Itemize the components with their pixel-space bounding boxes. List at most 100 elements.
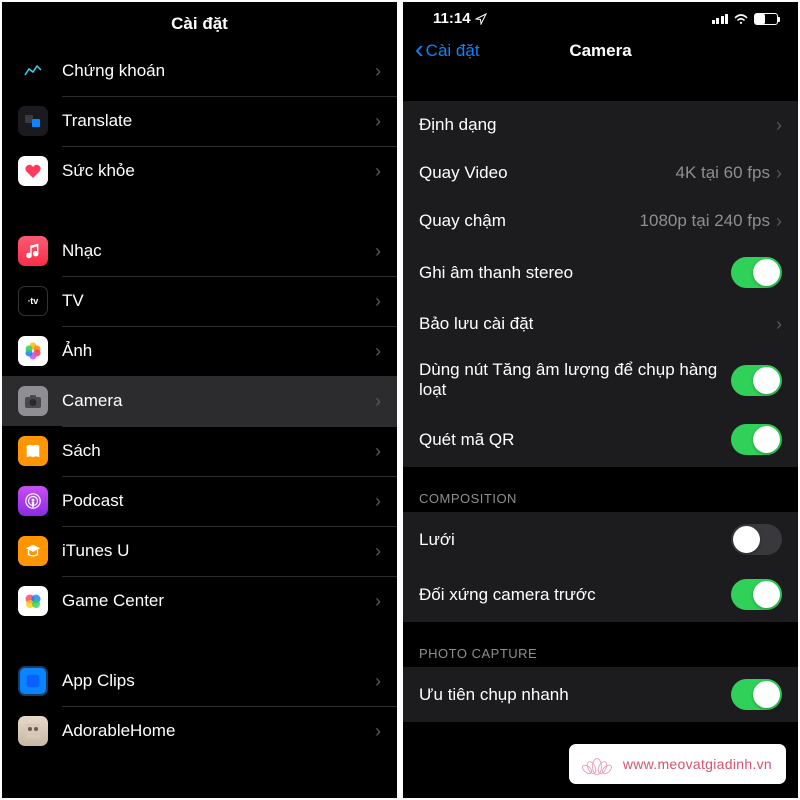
row-label: Game Center (62, 591, 375, 611)
battery-icon (754, 13, 778, 25)
translate-icon (18, 106, 48, 136)
row-label: iTunes U (62, 541, 375, 561)
setting-label: Dùng nút Tăng âm lượng để chụp hàng loạt (419, 360, 731, 400)
settings-row-music[interactable]: Nhạc › (2, 226, 397, 276)
settings-row-books[interactable]: Sách › (2, 426, 397, 476)
toggle-switch[interactable] (731, 365, 782, 396)
chevron-right-icon: › (776, 211, 782, 232)
chevron-right-icon: › (375, 671, 381, 692)
setting-row[interactable]: Quay Video4K tại 60 fps › (403, 149, 798, 197)
podcast-icon (18, 486, 48, 516)
settings-row-adorable[interactable]: AdorableHome › (2, 706, 397, 756)
chevron-right-icon: › (375, 291, 381, 312)
row-label: Sách (62, 441, 375, 461)
nav-title: Camera (569, 41, 631, 61)
setting-label: Ưu tiên chụp nhanh (419, 685, 731, 705)
settings-row-gamecenter[interactable]: Game Center › (2, 576, 397, 626)
setting-label: Định dạng (419, 115, 776, 135)
settings-row-health[interactable]: Sức khỏe › (2, 146, 397, 196)
toggle-switch[interactable] (731, 679, 782, 710)
status-time: 11:14 (433, 10, 471, 27)
setting-value: 1080p tại 240 fps (640, 211, 770, 231)
toggle-switch[interactable] (731, 257, 782, 288)
settings-list[interactable]: Chứng khoán › Translate › Sức khỏe › Nhạ… (2, 46, 397, 798)
section-header-composition: COMPOSITION (403, 467, 798, 512)
chevron-right-icon: › (375, 241, 381, 262)
watermark-text: www.meovatgiadinh.vn (623, 756, 772, 772)
chevron-right-icon: › (375, 61, 381, 82)
setting-row[interactable]: Lưới (403, 512, 798, 567)
chevron-right-icon: › (776, 163, 782, 184)
setting-row[interactable]: Bảo lưu cài đặt› (403, 300, 798, 348)
setting-row[interactable]: Định dạng› (403, 101, 798, 149)
row-label: AdorableHome (62, 721, 375, 741)
setting-row[interactable]: Quay chậm1080p tại 240 fps › (403, 197, 798, 245)
watermark: www.meovatgiadinh.vn (569, 744, 786, 784)
setting-row[interactable]: Dùng nút Tăng âm lượng để chụp hàng loạt (403, 348, 798, 412)
nav-bar: ‹ Cài đặt Camera (403, 29, 798, 73)
health-icon (18, 156, 48, 186)
camera-settings-list[interactable]: Định dạng›Quay Video4K tại 60 fps›Quay c… (403, 73, 798, 798)
toggle-switch[interactable] (731, 579, 782, 610)
setting-label: Đối xứng camera trước (419, 585, 731, 605)
row-label: Podcast (62, 491, 375, 511)
setting-label: Lưới (419, 530, 731, 550)
setting-row[interactable]: Quét mã QR (403, 412, 798, 467)
itunesu-icon (18, 536, 48, 566)
setting-row[interactable]: Đối xứng camera trước (403, 567, 798, 622)
chevron-right-icon: › (375, 341, 381, 362)
row-label: TV (62, 291, 375, 311)
chevron-left-icon: ‹ (415, 34, 424, 65)
setting-row[interactable]: Ghi âm thanh stereo (403, 245, 798, 300)
row-label: Camera (62, 391, 375, 411)
chevron-right-icon: › (375, 721, 381, 742)
camera-icon (18, 386, 48, 416)
music-icon (18, 236, 48, 266)
adorable-icon (18, 716, 48, 746)
chevron-right-icon: › (776, 314, 782, 335)
settings-row-camera[interactable]: Camera › (2, 376, 397, 426)
setting-label: Quay chậm (419, 211, 640, 231)
row-label: Chứng khoán (62, 61, 375, 81)
settings-row-translate[interactable]: Translate › (2, 96, 397, 146)
signal-icon (712, 14, 729, 24)
settings-row-photos[interactable]: Ảnh › (2, 326, 397, 376)
row-label: Sức khỏe (62, 161, 375, 181)
settings-list-screen: Cài đặt Chứng khoán › Translate › Sức kh… (2, 2, 397, 798)
chevron-right-icon: › (375, 591, 381, 612)
lotus-icon (579, 750, 615, 778)
setting-label: Quay Video (419, 163, 675, 183)
settings-row-tv[interactable]: ∙tv TV › (2, 276, 397, 326)
gamecenter-icon (18, 586, 48, 616)
chevron-right-icon: › (375, 111, 381, 132)
chevron-right-icon: › (375, 541, 381, 562)
setting-value: 4K tại 60 fps (675, 163, 770, 183)
settings-row-podcast[interactable]: Podcast › (2, 476, 397, 526)
back-button[interactable]: ‹ Cài đặt (415, 37, 480, 65)
status-bar: 11:14 (403, 2, 798, 29)
appclips-icon (18, 666, 48, 696)
row-label: Ảnh (62, 341, 375, 361)
setting-label: Quét mã QR (419, 430, 731, 450)
chevron-right-icon: › (375, 441, 381, 462)
wifi-icon (733, 13, 749, 25)
toggle-switch[interactable] (731, 524, 782, 555)
row-label: Nhạc (62, 241, 375, 261)
chevron-right-icon: › (375, 491, 381, 512)
settings-row-stocks[interactable]: Chứng khoán › (2, 46, 397, 96)
settings-row-appclips[interactable]: App Clips › (2, 656, 397, 706)
page-title: Cài đặt (2, 2, 397, 46)
row-label: App Clips (62, 671, 375, 691)
section-header-photo-capture: PHOTO CAPTURE (403, 622, 798, 667)
location-icon (475, 13, 487, 25)
photos-icon (18, 336, 48, 366)
row-label: Translate (62, 111, 375, 131)
chevron-right-icon: › (375, 391, 381, 412)
chevron-right-icon: › (375, 161, 381, 182)
setting-label: Bảo lưu cài đặt (419, 314, 776, 334)
setting-row[interactable]: Ưu tiên chụp nhanh (403, 667, 798, 722)
toggle-switch[interactable] (731, 424, 782, 455)
camera-settings-screen: 11:14 ‹ Cài đặt Camera Định dạng›Quay Vi… (403, 2, 798, 798)
settings-row-itunesu[interactable]: iTunes U › (2, 526, 397, 576)
chevron-right-icon: › (776, 115, 782, 136)
